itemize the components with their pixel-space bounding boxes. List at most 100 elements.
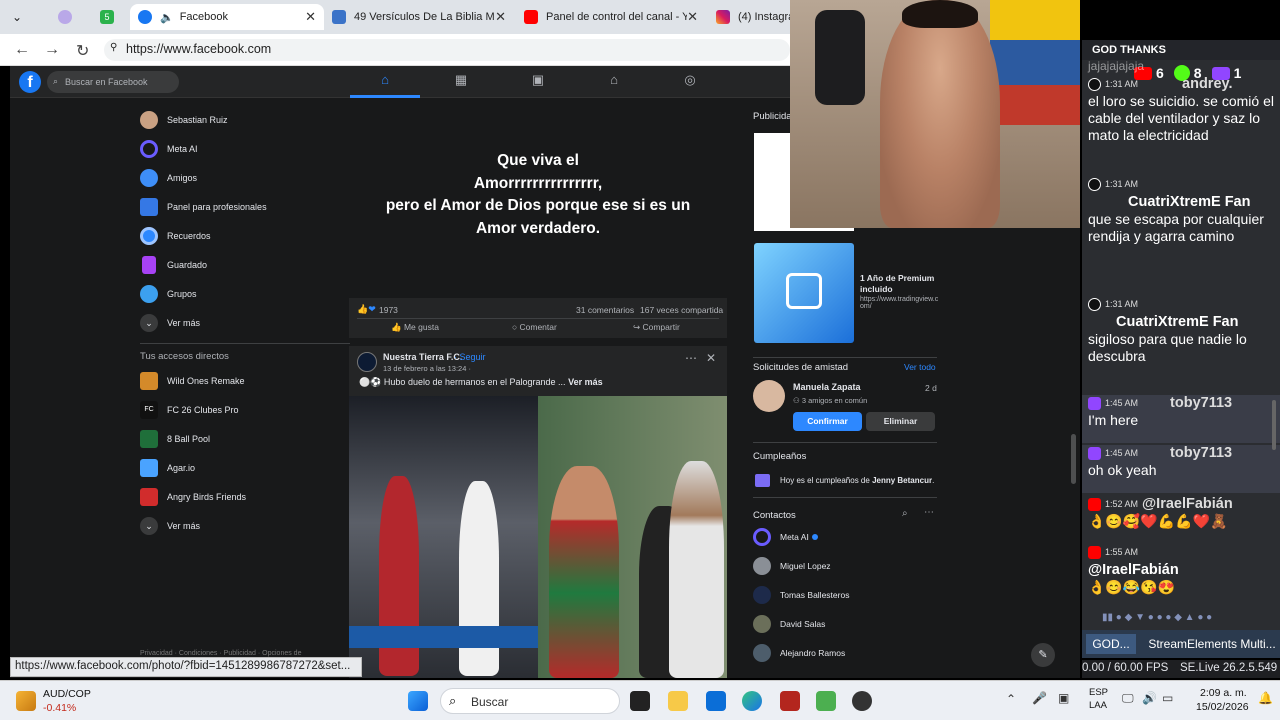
tab-bible[interactable]: 49 Versículos De La Biblia Mariju ✕ [324,4,514,30]
ad-title[interactable]: 1 Año de Premium incluido [860,273,940,295]
shortcut-agario[interactable]: Agar.io [140,459,195,477]
scrollbar[interactable] [1071,434,1076,484]
footer-links[interactable]: Privacidad · Condiciones · Publicidad · … [140,650,301,657]
avatar[interactable] [753,380,785,412]
gaming-icon[interactable]: ◎ [680,72,700,92]
facebook-logo-icon[interactable]: f [19,71,41,93]
site-info-icon[interactable]: ⚲ [110,42,117,53]
reaction-count[interactable]: 1973 [379,305,398,315]
tab-facebook[interactable]: 🔈 Facebook ✕ [130,4,324,30]
page-name[interactable]: Nuestra Tierra F.C. [383,352,462,362]
currency-icon[interactable] [16,691,36,711]
sidebar-item-memories[interactable]: Recuerdos [140,227,211,245]
request-name[interactable]: Manuela Zapata [793,382,861,392]
tab-history[interactable] [50,4,84,30]
tab-youtube[interactable]: Panel de control del canal - YouT ✕ [516,4,706,30]
tab-list-button[interactable]: ⌄ [4,4,42,30]
reload-icon[interactable]: ↻ [76,41,89,61]
sidebar-item-friends[interactable]: Amigos [140,169,197,187]
dashboard-icon[interactable]: ▦ [451,72,471,92]
notification-icon[interactable]: 🔔 [1258,691,1273,705]
birthday-text[interactable]: Hoy es el cumpleaños de Jenny Betancur. [780,476,934,485]
sidebar-item-professional[interactable]: Panel para profesionales [140,198,267,216]
home-icon[interactable]: ⌂ [375,72,395,92]
volume-icon[interactable]: 🔊 [1142,691,1157,705]
language-layout[interactable]: LAA [1089,700,1107,711]
share-button[interactable]: ↪ Compartir [633,322,680,333]
dock-tab[interactable]: GOD... [1086,634,1136,654]
edge-icon[interactable] [742,691,762,711]
like-button[interactable]: 👍 Me gusta [391,322,439,333]
delete-button[interactable]: Eliminar [866,412,935,431]
tray-app-icon[interactable]: ▣ [1058,691,1069,705]
close-tab-icon[interactable]: ✕ [687,9,698,25]
ad-url[interactable]: https://www.tradingview.com/ [860,296,940,310]
contact-item[interactable]: Meta AI [753,528,818,546]
app-icon[interactable] [816,691,836,711]
clock-date[interactable]: 15/02/2026 [1196,701,1249,713]
twitch-icon [1088,447,1101,460]
ad-gift-image[interactable] [754,243,854,343]
comment-count[interactable]: 31 comentarios [576,305,634,315]
reaction-icon[interactable]: 👍❤ [357,304,376,315]
back-arrow-icon[interactable]: ← [14,41,30,59]
sidebar-item-groups[interactable]: Grupos [140,285,197,303]
more-options-icon[interactable]: ⋯ [924,507,934,518]
contact-item[interactable]: Miguel Lopez [753,557,831,575]
post-date[interactable]: 13 de febrero a las 13:24 · [383,364,471,373]
dock-tab[interactable]: StreamElements Multi... [1144,634,1280,654]
contact-item[interactable]: David Salas [753,615,825,633]
confirm-button[interactable]: Confirmar [793,412,862,431]
battery-icon[interactable]: ▭ [1162,691,1173,705]
page-avatar[interactable] [357,352,377,372]
tab-badge[interactable]: 5 [92,4,126,30]
search-label: Buscar [471,695,509,709]
sidebar-item-saved[interactable]: Guardado [140,256,207,274]
more-options-icon[interactable]: ⋯ [685,351,697,365]
sidebar-item-profile[interactable]: Sebastian Ruiz [140,111,228,129]
comment-button[interactable]: ○ Comentar [512,322,557,332]
scrollbar[interactable] [1272,400,1276,450]
forward-arrow-icon[interactable]: → [44,41,60,59]
tab-instagram[interactable]: (4) Instagram [708,4,790,30]
contact-item[interactable]: Tomas Ballesteros [753,586,849,604]
close-tab-icon[interactable]: ✕ [495,9,506,25]
microphone-icon[interactable]: 🎤 [1032,691,1047,705]
shortcuts-see-more[interactable]: ⌄ Ver más [140,517,200,535]
app-icon[interactable] [780,691,800,711]
follow-link[interactable]: · Seguir [454,352,486,362]
contact-item[interactable]: Alejandro Ramos [753,644,845,662]
clock-time[interactable]: 2:09 a. m. [1200,687,1247,699]
sidebar-item-meta-ai[interactable]: Meta AI [140,140,198,158]
task-view-icon[interactable] [630,691,650,711]
windows-start-icon[interactable] [408,691,428,711]
message-user-row: CuatriXtremE Fan [1088,193,1274,211]
close-tab-icon[interactable]: ✕ [305,9,316,25]
taskbar-search[interactable]: ⌕ Buscar [440,688,620,714]
search-input[interactable]: ⌕ Buscar en Facebook [47,71,179,93]
new-message-icon[interactable]: ✎ [1031,643,1055,667]
see-more-link[interactable]: Ver más [568,377,603,387]
language-code[interactable]: ESP [1089,687,1108,698]
search-icon[interactable]: ⌕ [902,508,908,519]
post-photo[interactable] [349,396,727,678]
obs-icon[interactable] [852,691,872,711]
sidebar-see-more[interactable]: ⌄ Ver más [140,314,200,332]
store-icon[interactable] [706,691,726,711]
chevron-up-icon[interactable]: ⌃ [1006,692,1016,706]
shortcut-wild-ones[interactable]: Wild Ones Remake [140,372,245,390]
url-field[interactable]: ⚲ https://www.facebook.com [104,39,790,61]
network-icon[interactable]: 🖵 [1122,691,1134,706]
marketplace-icon[interactable]: ⌂ [604,72,624,92]
ticker-name[interactable]: AUD/COP [43,688,91,700]
shortcut-angry-birds[interactable]: Angry Birds Friends [140,488,246,506]
close-icon[interactable]: ✕ [706,351,716,365]
see-all-link[interactable]: Ver todo [904,362,936,372]
post-text-card[interactable]: Que viva el Amorrrrrrrrrrrrrrr, pero el … [349,100,727,300]
shortcut-fc26[interactable]: FC FC 26 Clubes Pro [140,401,239,419]
shortcut-8ball[interactable]: 8 Ball Pool [140,430,210,448]
share-count[interactable]: 167 veces compartida [640,305,723,315]
video-icon[interactable]: ▣ [528,72,548,92]
file-explorer-icon[interactable] [668,691,688,711]
speaker-icon[interactable]: 🔈 [160,11,174,24]
